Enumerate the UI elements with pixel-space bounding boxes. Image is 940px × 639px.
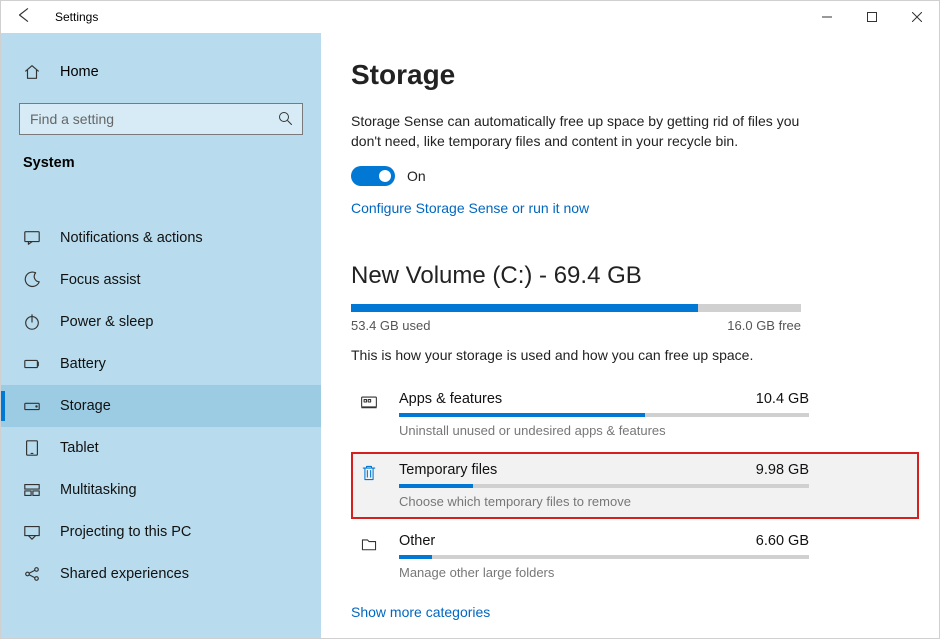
nav-focus-assist[interactable]: Focus assist — [1, 259, 321, 301]
category-sub: Manage other large folders — [399, 565, 809, 580]
toggle-state-label: On — [407, 168, 426, 184]
share-icon — [23, 565, 41, 583]
category-size: 9.98 GB — [756, 462, 809, 478]
show-more-categories-link[interactable]: Show more categories — [351, 604, 919, 620]
category-sub: Uninstall unused or undesired apps & fea… — [399, 423, 809, 438]
maximize-button[interactable] — [849, 1, 894, 33]
back-button[interactable] — [11, 4, 37, 30]
power-icon — [23, 313, 41, 331]
folder-icon — [355, 533, 383, 580]
nav-home[interactable]: Home — [1, 55, 321, 89]
tablet-icon — [23, 439, 41, 457]
nav-item-label: Shared experiences — [60, 566, 189, 582]
category-name: Temporary files — [399, 462, 497, 478]
content-pane: Storage Storage Sense can automatically … — [321, 33, 939, 638]
category-other[interactable]: Other 6.60 GB Manage other large folders — [351, 523, 919, 590]
home-icon — [23, 63, 41, 81]
section-header: System — [1, 153, 321, 185]
minimize-button[interactable] — [804, 1, 849, 33]
nav-item-label: Battery — [60, 356, 106, 372]
nav-storage[interactable]: Storage — [1, 385, 321, 427]
nav-shared-experiences[interactable]: Shared experiences — [1, 553, 321, 595]
nav-multitasking[interactable]: Multitasking — [1, 469, 321, 511]
nav-item-label: Projecting to this PC — [60, 524, 191, 540]
nav-battery[interactable]: Battery — [1, 343, 321, 385]
volume-used-label: 53.4 GB used — [351, 318, 431, 333]
nav-tablet[interactable]: Tablet — [1, 427, 321, 469]
nav-item-label: Storage — [60, 398, 111, 414]
nav-item-label: Focus assist — [60, 272, 141, 288]
configure-storage-sense-link[interactable]: Configure Storage Sense or run it now — [351, 200, 919, 216]
category-size: 6.60 GB — [756, 533, 809, 549]
page-title: Storage — [351, 59, 919, 91]
close-button[interactable] — [894, 1, 939, 33]
nav-notifications[interactable]: Notifications & actions — [1, 217, 321, 259]
trash-icon — [355, 462, 383, 509]
search-input[interactable] — [19, 103, 303, 135]
apps-icon — [355, 391, 383, 438]
nav-item-label: Multitasking — [60, 482, 137, 498]
multitask-icon — [23, 481, 41, 499]
category-bar — [399, 555, 809, 559]
storage-sense-toggle[interactable] — [351, 166, 395, 186]
nav-power-sleep[interactable]: Power & sleep — [1, 301, 321, 343]
volume-howtext: This is how your storage is used and how… — [351, 347, 919, 363]
category-sub: Choose which temporary files to remove — [399, 494, 809, 509]
volume-title: New Volume (C:) - 69.4 GB — [351, 262, 919, 290]
storage-sense-description: Storage Sense can automatically free up … — [351, 111, 801, 152]
category-name: Other — [399, 533, 435, 549]
category-size: 10.4 GB — [756, 391, 809, 407]
nav-projecting[interactable]: Projecting to this PC — [1, 511, 321, 553]
titlebar: Settings — [1, 1, 939, 33]
sidebar: Home System Notifications & actions Focu… — [1, 33, 321, 638]
battery-icon — [23, 355, 41, 373]
volume-usage-bar — [351, 304, 801, 312]
search-icon — [278, 111, 293, 131]
drive-icon — [23, 397, 41, 415]
message-icon — [23, 229, 41, 247]
nav-item-label: Tablet — [60, 440, 99, 456]
moon-icon — [23, 271, 41, 289]
category-bar — [399, 484, 809, 488]
category-apps-features[interactable]: Apps & features 10.4 GB Uninstall unused o… — [351, 381, 919, 448]
nav-home-label: Home — [60, 64, 99, 80]
nav-list: Notifications & actions Focus assist Pow… — [1, 217, 321, 595]
category-name: Apps & features — [399, 391, 502, 407]
nav-item-label: Power & sleep — [60, 314, 154, 330]
window-title: Settings — [55, 10, 98, 24]
nav-item-label: Notifications & actions — [60, 230, 203, 246]
project-icon — [23, 523, 41, 541]
volume-free-label: 16.0 GB free — [727, 318, 801, 333]
category-bar — [399, 413, 809, 417]
category-temporary-files[interactable]: Temporary files 9.98 GB Choose which tempo… — [351, 452, 919, 519]
